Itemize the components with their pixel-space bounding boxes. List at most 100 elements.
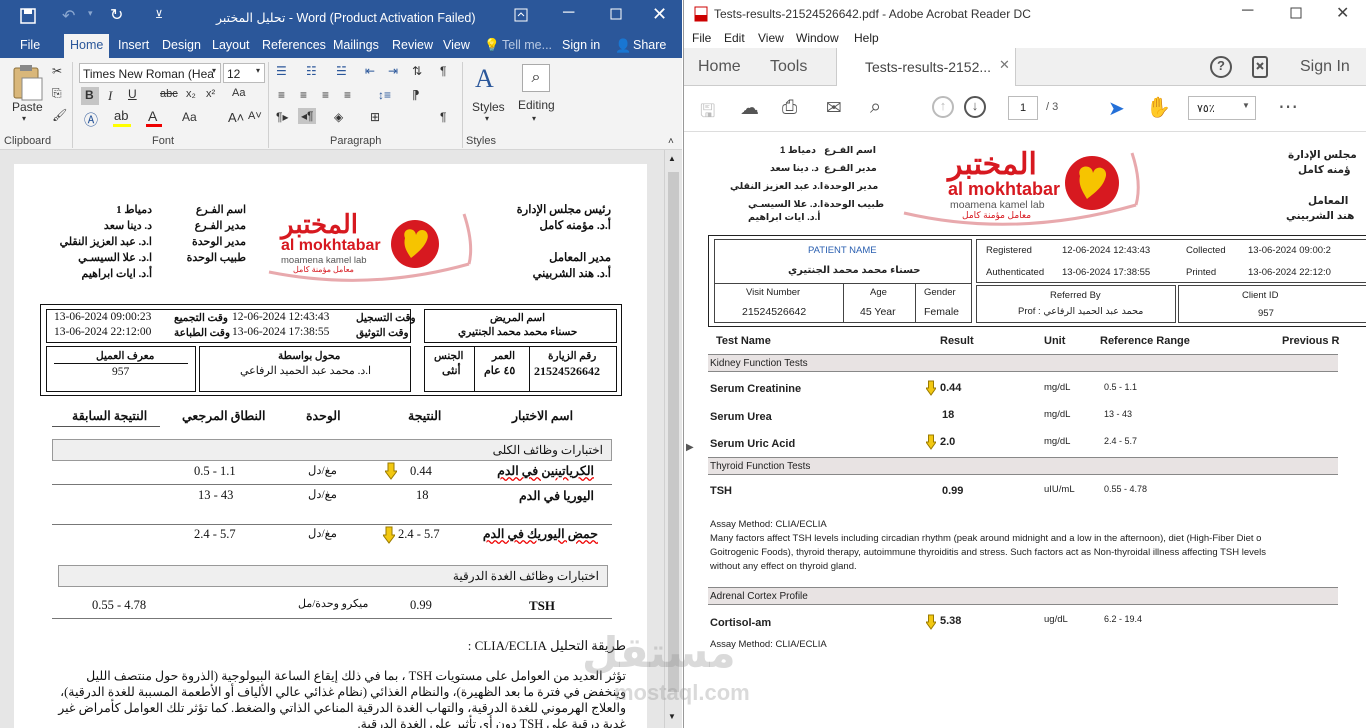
menu-file[interactable]: File	[692, 31, 711, 45]
pdf-page[interactable]: اسم الفـرع مدير الفـرع مدير الوحدة طبيب …	[700, 133, 1366, 728]
styles-icon[interactable]: A	[475, 64, 494, 94]
font-color-icon[interactable]: A	[148, 108, 157, 124]
rtl-active-icon[interactable]: ◂¶	[298, 108, 317, 124]
menu-view[interactable]: View	[758, 31, 784, 45]
tab-review[interactable]: Review	[392, 38, 433, 52]
undo-icon[interactable]: ↶	[62, 6, 75, 26]
sign-in-link[interactable]: Sign In	[1300, 58, 1350, 76]
align-center-icon[interactable]: ≡	[300, 88, 307, 102]
show-marks-icon[interactable]: ¶	[440, 64, 446, 78]
superscript-button[interactable]: x²	[206, 88, 215, 100]
increase-indent-icon[interactable]: ⇥	[388, 64, 398, 78]
subscript-button[interactable]: x₂	[186, 88, 196, 100]
close-tab-icon[interactable]: ✕	[999, 57, 1010, 73]
borders-icon[interactable]: ⊞	[370, 110, 380, 124]
decrease-font-icon[interactable]: A˅	[248, 110, 262, 122]
minimize-icon[interactable]: ─	[563, 4, 574, 22]
align-right-icon[interactable]: ≡	[322, 88, 329, 102]
menu-help[interactable]: Help	[854, 31, 879, 45]
collapse-ribbon-icon[interactable]: ˄	[668, 136, 674, 147]
menu-edit[interactable]: Edit	[724, 31, 745, 45]
previous-page-icon[interactable]: ↑	[932, 96, 954, 118]
ribbon-display-icon[interactable]	[514, 8, 528, 22]
change-case-icon[interactable]: Aa	[232, 87, 245, 99]
tab-file[interactable]: File	[20, 38, 40, 52]
save-icon[interactable]	[20, 8, 36, 24]
share-icon[interactable]: 👤	[615, 38, 631, 54]
share-button[interactable]: Share	[633, 38, 666, 52]
select-cursor-icon[interactable]: ➤	[1108, 96, 1125, 121]
more-options-icon[interactable]: ⋯	[1278, 94, 1298, 119]
maximize-icon[interactable]	[1290, 7, 1302, 19]
decrease-indent-icon[interactable]: ⇤	[365, 64, 375, 78]
minimize-icon[interactable]: ─	[1242, 2, 1253, 20]
justify-icon[interactable]: ≡	[344, 88, 351, 102]
maximize-icon[interactable]	[610, 8, 622, 20]
underline-button[interactable]: U	[128, 87, 137, 101]
redo-icon[interactable]: ↻	[110, 5, 123, 25]
scroll-thumb[interactable]	[668, 172, 679, 692]
grow-font-icon[interactable]: Aa	[182, 110, 197, 124]
line-spacing-icon[interactable]: ↕≡	[378, 88, 391, 102]
text-effects-icon[interactable]: Ⓐ	[84, 110, 98, 130]
ltr-icon[interactable]: ¶▸	[276, 110, 288, 124]
close-icon[interactable]: ✕	[652, 4, 667, 25]
copy-icon[interactable]: ⎘	[52, 86, 62, 101]
increase-font-icon[interactable]: A˄	[228, 110, 244, 125]
tab-view[interactable]: View	[443, 38, 470, 52]
sign-in-link[interactable]: Sign in	[562, 38, 600, 52]
print-icon[interactable]: ⎙	[782, 97, 797, 119]
align-left-icon[interactable]: ≡	[278, 88, 285, 102]
paste-dropdown-icon[interactable]: ▾	[22, 114, 26, 123]
tab-insert[interactable]: Insert	[118, 38, 149, 52]
paragraph-mark-icon[interactable]: ¶	[440, 110, 446, 124]
menu-window[interactable]: Window	[796, 31, 839, 45]
tab-mailings[interactable]: Mailings	[333, 38, 379, 52]
bullets-icon[interactable]: ☰	[276, 64, 287, 78]
tab-design[interactable]: Design	[162, 38, 201, 52]
close-icon[interactable]: ✕	[1336, 3, 1349, 23]
italic-button[interactable]: I	[108, 88, 112, 104]
search-icon[interactable]: ⌕	[522, 64, 550, 92]
highlight-icon[interactable]: ab	[114, 108, 128, 123]
document-page[interactable]: رئيس مجلس الإدارة أ.د. مؤمنه كامل مدير ا…	[14, 164, 647, 728]
scroll-down-icon[interactable]: ▼	[668, 712, 676, 721]
format-painter-icon[interactable]: 🖌	[52, 108, 67, 122]
search-icon[interactable]: ⌕	[870, 96, 881, 119]
rtl-icon[interactable]: ⁋	[412, 88, 420, 102]
next-page-icon[interactable]: ↓	[964, 96, 986, 118]
chevron-down-icon[interactable]: ▾	[212, 66, 216, 75]
bold-button[interactable]: B	[81, 87, 99, 105]
font-name-select[interactable]: Times New Roman (Hea	[79, 63, 221, 83]
chevron-down-icon[interactable]: ▾	[485, 114, 489, 123]
hand-tool-icon[interactable]: ✋	[1146, 95, 1171, 120]
document-tab[interactable]: Tests-results-2152... ✕	[836, 48, 1016, 86]
tab-references[interactable]: References	[262, 38, 326, 52]
numbering-icon[interactable]: ☷	[306, 64, 317, 78]
sort-icon[interactable]: ⇅	[412, 64, 422, 78]
tools-tab[interactable]: Tools	[770, 58, 807, 76]
chevron-down-icon[interactable]: ▾	[532, 114, 536, 123]
home-tab[interactable]: Home	[698, 58, 741, 76]
tab-home[interactable]: Home	[64, 34, 110, 58]
chevron-down-icon[interactable]: ▼	[1242, 101, 1250, 110]
editing-button[interactable]: Editing	[518, 98, 555, 112]
styles-button[interactable]: Styles	[472, 100, 505, 114]
paste-icon[interactable]	[6, 62, 46, 102]
expand-panel-icon[interactable]: ▶	[686, 442, 694, 453]
shading-icon[interactable]: ◈	[334, 110, 343, 124]
chevron-down-icon[interactable]: ▾	[256, 66, 260, 75]
email-icon[interactable]: ✉	[826, 97, 842, 120]
tab-layout[interactable]: Layout	[212, 38, 250, 52]
cut-icon[interactable]: ✂	[52, 64, 62, 78]
page-number-input[interactable]: 1	[1008, 96, 1038, 120]
paste-button[interactable]: Paste	[12, 100, 43, 114]
upload-cloud-icon[interactable]: ☁	[740, 97, 759, 120]
scroll-up-icon[interactable]: ▲	[668, 154, 676, 163]
mobile-link-icon[interactable]	[1252, 56, 1268, 78]
help-icon[interactable]: ?	[1210, 56, 1232, 78]
tell-me-box[interactable]: Tell me...	[502, 38, 552, 52]
undo-dropdown-icon[interactable]: ▾	[88, 8, 93, 19]
multilevel-list-icon[interactable]: ☱	[336, 64, 347, 78]
customize-qat-icon[interactable]: ⊻	[155, 8, 163, 21]
